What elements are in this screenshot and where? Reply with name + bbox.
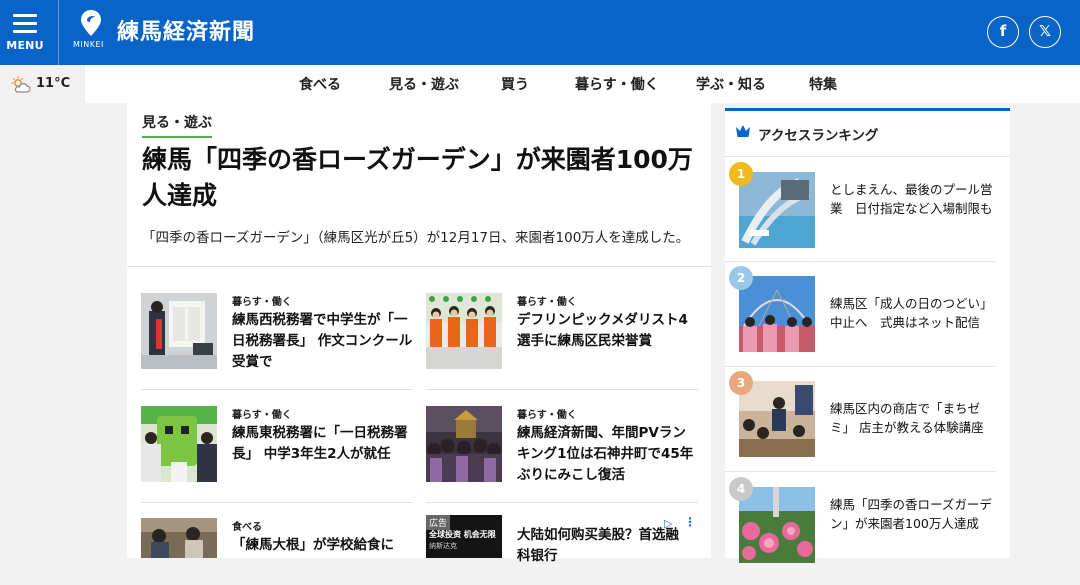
rank-badge: 2 — [729, 266, 753, 290]
article-category[interactable]: 見る・遊ぶ — [142, 112, 212, 138]
ranking-title: アクセスランキング — [758, 128, 879, 144]
news-thumbnail — [141, 406, 217, 482]
ranking-thumbnail — [739, 487, 815, 563]
ranking-item[interactable]: 4 練馬「四季の香ローズガーデン」が来園者100万人達成 — [725, 477, 1010, 585]
article-headline[interactable]: 練馬「四季の香ローズガーデン」が来園者100万人達成 — [142, 142, 702, 214]
divider — [725, 471, 995, 472]
nav-item-see-play[interactable]: 見る・遊ぶ — [389, 74, 459, 94]
header-divider — [58, 0, 59, 65]
card-title: 練馬経済新聞、年間PVランキング1位は石神井町で45年ぶりにみこし復活 — [517, 425, 694, 483]
news-thumbnail — [141, 518, 217, 558]
logo-subtext: MINKEI — [73, 40, 104, 49]
ranking-thumbnail — [739, 381, 815, 457]
card-title: 練馬西税務署で中学生が「一日税務署長」 作文コンクール受賞で — [232, 312, 413, 370]
ranking-thumbnail — [739, 172, 815, 248]
ranking-title-text: としまえん、最後のプール営業 日付指定など入場制限も — [830, 182, 993, 216]
card-category: 食べる — [232, 522, 262, 533]
news-thumbnail — [426, 406, 502, 482]
divider — [725, 156, 1010, 157]
weather-widget: 11°C — [0, 65, 85, 103]
menu-label: MENU — [6, 39, 44, 52]
sun-cloud-icon — [11, 76, 31, 93]
nav-item-live-work[interactable]: 暮らす・働く — [575, 74, 659, 94]
news-thumbnail — [426, 293, 502, 369]
ranking-thumbnail — [739, 276, 815, 352]
ad-thumb-subtext: 纳斯达克 — [429, 542, 457, 550]
card-category: 暮らす・働く — [517, 410, 577, 421]
card-title: 練馬東税務署に「一日税務署長」 中学3年生2人が就任 — [232, 425, 408, 462]
ranking-item[interactable]: 2 練馬区「成人の日のつどい」中止へ 式典はネット配信 — [725, 266, 1010, 374]
pin-logo-icon — [81, 10, 101, 36]
divider — [725, 261, 995, 262]
adchoices-icon[interactable]: ▷ — [664, 517, 672, 530]
nav-item-learn[interactable]: 学ぶ・知る — [696, 74, 766, 94]
divider — [426, 502, 698, 503]
temperature: 11°C — [36, 76, 71, 91]
ranking-item[interactable]: 1 としまえん、最後のプール営業 日付指定など入場制限も — [725, 162, 1010, 270]
rank-badge: 1 — [729, 162, 753, 186]
article-lead: 「四季の香ローズガーデン」（練馬区光が丘5）が12月17日、来園者100万人を達… — [142, 230, 690, 246]
ranking-title-text: 練馬区「成人の日のつどい」中止へ 式典はネット配信 — [830, 296, 993, 330]
ad-thumbnail: 広告 全球投资 机会无限 纳斯达克 — [426, 515, 502, 558]
x-twitter-icon[interactable]: 𝕏 — [1029, 16, 1061, 48]
ranking-item[interactable]: 3 練馬区内の商店で「まちゼミ」 店主が教える体験講座 — [725, 371, 1010, 479]
card-category: 暮らす・働く — [232, 297, 292, 308]
crown-icon — [736, 125, 750, 137]
divider — [725, 366, 995, 367]
category-nav — [0, 65, 1080, 103]
divider — [141, 502, 413, 503]
card-category: 暮らす・働く — [232, 410, 292, 421]
nav-item-features[interactable]: 特集 — [809, 74, 837, 94]
news-thumbnail — [141, 293, 217, 369]
divider — [141, 389, 413, 390]
divider — [426, 389, 698, 390]
ranking-title-text: 練馬区内の商店で「まちゼミ」 店主が教える体験講座 — [830, 401, 984, 435]
card-category: 暮らす・働く — [517, 297, 577, 308]
card-title: デフリンピックメダリスト4選手に練馬区民栄誉賞 — [517, 312, 688, 349]
rank-badge: 4 — [729, 477, 753, 501]
divider — [127, 266, 711, 267]
rank-badge: 3 — [729, 371, 753, 395]
ranking-title-text: 練馬「四季の香ローズガーデン」が来園者100万人達成 — [830, 497, 992, 531]
ad-title: 大陆如何购买美股？首选融科银行 — [517, 527, 679, 564]
nav-item-food[interactable]: 食べる — [299, 74, 341, 94]
ad-badge: 広告 — [426, 515, 451, 530]
facebook-icon[interactable]: f — [987, 16, 1019, 48]
ad-options-icon[interactable]: ⋮ — [684, 516, 696, 528]
ad-thumb-text: 全球投资 机会无限 — [429, 530, 496, 539]
nav-item-shop[interactable]: 買う — [501, 74, 529, 94]
site-logo[interactable]: MINKEI — [73, 10, 110, 54]
card-title: 「練馬大根」が学校給食に — [232, 537, 394, 553]
menu-button[interactable]: MENU — [0, 0, 52, 65]
site-title[interactable]: 練馬経済新聞 — [117, 14, 255, 46]
hamburger-icon — [13, 14, 37, 33]
